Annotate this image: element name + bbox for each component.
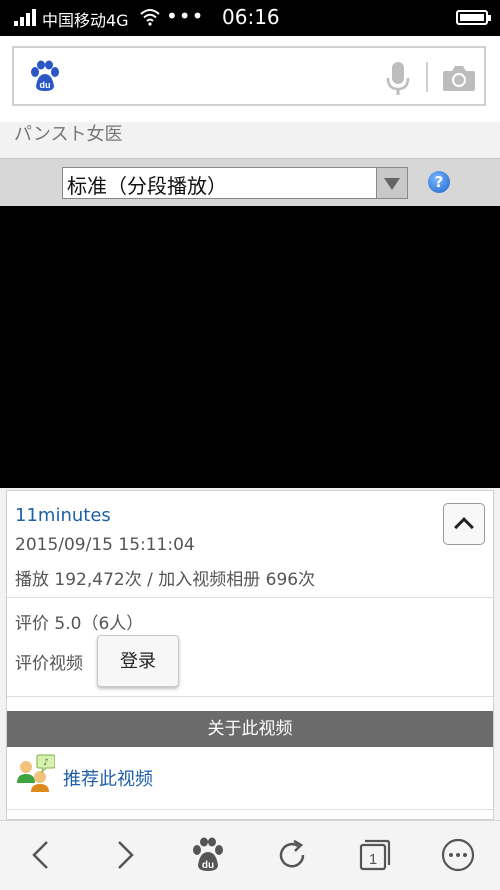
baidu-logo-text: du	[202, 860, 214, 871]
refresh-icon[interactable]	[272, 835, 312, 875]
signal-icon	[14, 8, 38, 26]
status-bar: 中国移动4G ••• 06:16	[0, 0, 500, 36]
tab-count: 1	[369, 851, 377, 868]
tabs-icon[interactable]: 1	[354, 835, 394, 875]
svg-text:♪: ♪	[43, 758, 49, 768]
login-button[interactable]: 登录	[97, 635, 179, 687]
quality-select[interactable]: 标准（分段播放）	[62, 167, 408, 199]
browser-toolbar: du 1	[0, 820, 500, 890]
baidu-paw-icon: du	[31, 60, 59, 91]
wifi-icon	[140, 9, 160, 26]
chevron-left-icon[interactable]	[22, 835, 62, 875]
recommend-video-link[interactable]: 推荐此视频	[63, 765, 153, 791]
page-title: パンスト女医	[14, 124, 123, 145]
baidu-paw-icon[interactable]: du	[188, 835, 228, 875]
video-stats: 播放 192,472次 / 加入视频相册 696次	[15, 570, 316, 590]
search-input[interactable]: du	[12, 46, 486, 106]
more-icon[interactable]	[438, 835, 478, 875]
clock: 06:16	[222, 5, 280, 29]
help-icon[interactable]: ?	[428, 171, 450, 193]
search-header: du	[0, 36, 500, 122]
rate-video-label: 评价视频	[15, 654, 83, 674]
divider	[7, 597, 493, 598]
baidu-logo-text: du	[40, 80, 51, 90]
more-status-dots: •••	[166, 4, 205, 28]
dropdown-arrow-icon	[376, 168, 407, 198]
microphone-icon[interactable]	[386, 62, 410, 96]
divider	[7, 809, 493, 810]
divider	[7, 696, 493, 697]
video-date: 2015/09/15 15:11:04	[15, 535, 195, 555]
video-player[interactable]	[0, 206, 500, 488]
video-info-panel: 11minutes 2015/09/15 15:11:04 播放 192,472…	[6, 490, 494, 820]
recommend-video-row[interactable]: ♪ 推荐此视频	[7, 747, 493, 807]
quality-bar: 标准（分段播放） ?	[0, 158, 500, 207]
carrier-label: 中国移动4G	[42, 11, 129, 30]
quality-select-value: 标准（分段播放）	[67, 174, 227, 198]
chevron-right-icon[interactable]	[104, 835, 144, 875]
camera-icon[interactable]	[442, 64, 476, 92]
video-title-link[interactable]: 11minutes	[15, 505, 111, 526]
search-divider	[426, 62, 428, 92]
rating-text: 评价 5.0（6人）	[15, 614, 144, 634]
about-video-header: 关于此视频	[7, 711, 493, 747]
collapse-button[interactable]	[443, 503, 485, 545]
recommend-users-icon: ♪	[17, 754, 55, 792]
battery-icon	[456, 10, 491, 25]
